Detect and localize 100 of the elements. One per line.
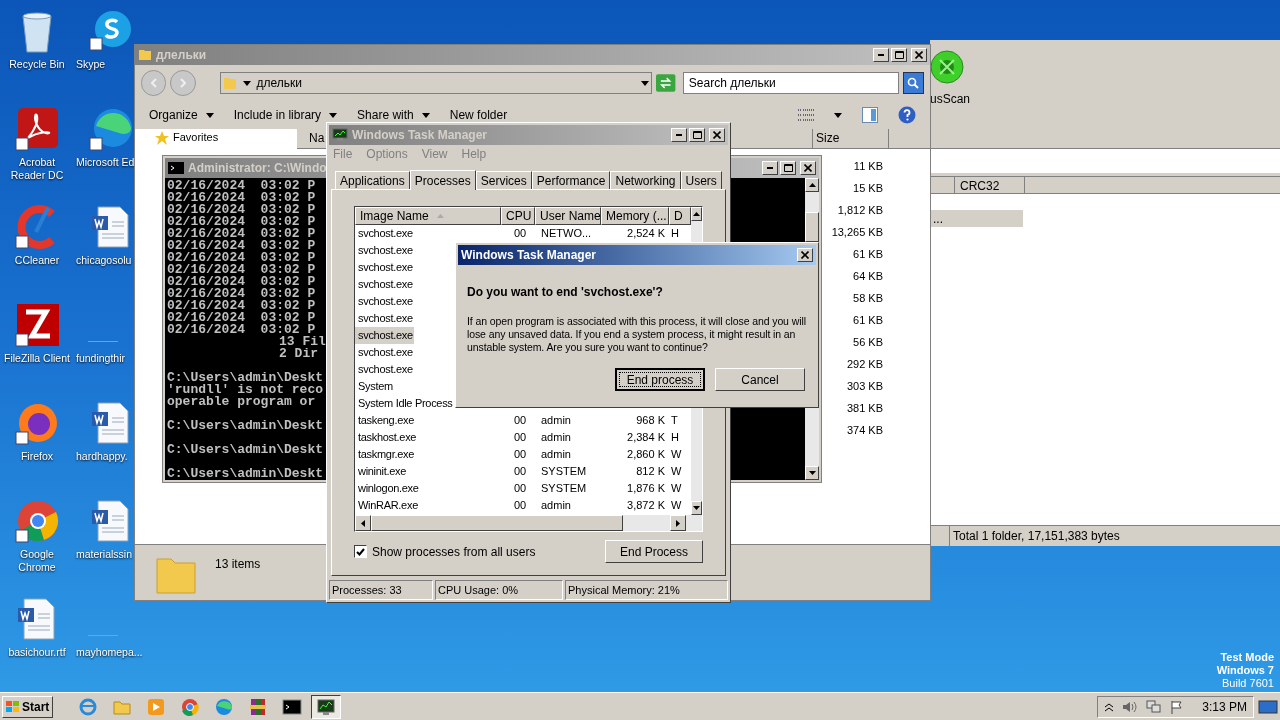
taskbar-app-button[interactable]: [311, 694, 342, 719]
dialog-button[interactable]: Cancel: [715, 368, 805, 391]
speaker-icon[interactable]: [1122, 699, 1139, 714]
toolbar-button[interactable]: Share with: [357, 106, 430, 124]
column-heading[interactable]: CPU: [501, 207, 535, 225]
dialog-button[interactable]: End process: [615, 368, 705, 391]
console-line: 02/16/2024 03:02 P: [167, 192, 316, 204]
desktop-icon-label[interactable]: CCleaner: [1, 254, 73, 267]
folder-icon: [138, 49, 152, 61]
desktop-icon-label[interactable]: materialssin: [76, 548, 133, 561]
process-name[interactable]: svchost.exe: [355, 361, 414, 378]
view-list-icon[interactable]: [798, 108, 814, 122]
show-desktop-icon[interactable]: [1258, 698, 1278, 715]
file-size: 61 KB: [852, 313, 883, 328]
process-name[interactable]: System: [355, 378, 394, 395]
close-icon: [801, 251, 809, 259]
maximize-button[interactable]: [891, 48, 907, 62]
preview-pane-icon[interactable]: [862, 107, 878, 123]
column-heading[interactable]: User Name: [535, 207, 601, 225]
process-name[interactable]: taskhost.exe: [355, 429, 505, 446]
process-name[interactable]: svchost.exe: [355, 293, 414, 310]
desktop-icon-label[interactable]: FileZilla Client: [1, 352, 73, 365]
desktop-icon-label[interactable]: Recycle Bin: [1, 58, 73, 71]
desktop-icon-label[interactable]: hardhappy.: [76, 450, 128, 463]
tab[interactable]: Processes: [409, 170, 476, 190]
checkbox[interactable]: [354, 545, 367, 558]
refresh-icon[interactable]: [656, 74, 676, 92]
tab[interactable]: Performance: [531, 171, 611, 189]
close-button[interactable]: [709, 128, 725, 142]
process-name[interactable]: svchost.exe: [355, 225, 505, 242]
column-heading[interactable]: D: [669, 207, 691, 225]
process-name[interactable]: taskmgr.exe: [355, 446, 505, 463]
browser-icon: [88, 106, 134, 152]
caret-icon: [641, 80, 650, 86]
tab[interactable]: Services: [475, 171, 532, 189]
column-heading[interactable]: Size: [813, 129, 889, 148]
address-bar[interactable]: длельки: [219, 72, 653, 94]
process-name[interactable]: svchost.exe: [355, 344, 414, 361]
process-name[interactable]: svchost.exe: [355, 259, 414, 276]
toolbar-label[interactable]: usScan: [930, 90, 971, 108]
minimize-button[interactable]: [873, 48, 889, 62]
desktop-icon-label[interactable]: Skype: [76, 58, 106, 71]
console-line: 02/16/2024 03:02 P: [167, 228, 316, 240]
tab[interactable]: Users: [680, 171, 722, 189]
process-name[interactable]: WinRAR.exe: [355, 497, 505, 514]
clock[interactable]: 3:13 PM: [1202, 697, 1247, 716]
column-heading[interactable]: Memory (...: [601, 207, 669, 225]
desktop-icon-label[interactable]: Acrobat Reader DC: [1, 156, 73, 182]
table-cell-text: NETWO...: [540, 226, 593, 241]
start-button[interactable]: Start: [2, 695, 54, 718]
scrollbar[interactable]: [355, 515, 702, 531]
status-text: Processes: 33: [329, 580, 433, 600]
window-title: Administrator: C:\Windo: [188, 160, 327, 177]
minimize-button[interactable]: [671, 128, 687, 142]
show-all-checkbox[interactable]: Show processes from all users: [354, 542, 536, 561]
search-field[interactable]: Search длельки: [682, 72, 899, 94]
nav-item[interactable]: Favorites: [173, 131, 219, 143]
close-button[interactable]: [800, 161, 816, 175]
selected-row[interactable]: ...: [930, 210, 1023, 227]
desktop-icon-label[interactable]: chicagosolu: [76, 254, 132, 267]
search-button[interactable]: [902, 72, 924, 94]
minimize-button[interactable]: [762, 161, 778, 175]
network-icon[interactable]: [1146, 699, 1163, 714]
process-name[interactable]: svchost.exe: [355, 327, 414, 344]
toolbar-button[interactable]: Organize: [149, 106, 214, 124]
help-icon[interactable]: [898, 106, 916, 124]
desktop-icon-label[interactable]: fundingthir: [76, 352, 126, 365]
process-name[interactable]: svchost.exe: [355, 310, 414, 327]
column-heading[interactable]: Na: [297, 129, 325, 148]
close-button[interactable]: [911, 48, 927, 62]
process-name[interactable]: svchost.exe: [355, 242, 414, 259]
chevron-up-icon[interactable]: [1104, 701, 1115, 712]
desktop-icon-label[interactable]: Firefox: [1, 450, 73, 463]
maximize-button[interactable]: [780, 161, 796, 175]
tab[interactable]: Networking: [610, 171, 681, 189]
close-icon: [915, 51, 923, 59]
caret-icon[interactable]: [834, 112, 842, 118]
table-cell-text: 00: [512, 430, 528, 445]
process-name[interactable]: winlogon.exe: [355, 480, 505, 497]
process-name[interactable]: wininit.exe: [355, 463, 505, 480]
process-name[interactable]: taskeng.exe: [355, 412, 505, 429]
toolbar-button[interactable]: New folder: [449, 106, 508, 124]
column-heading[interactable]: CRC32: [955, 177, 1025, 193]
tab[interactable]: Applications: [335, 171, 410, 189]
toolbar-button[interactable]: Include in library: [233, 106, 338, 124]
end-process-button[interactable]: End Process: [605, 540, 703, 563]
desktop-icon-label[interactable]: Google Chrome: [1, 548, 73, 574]
console-icon: [282, 696, 303, 717]
table-cell-text: 1,876 K: [626, 481, 665, 496]
process-name[interactable]: svchost.exe: [355, 276, 414, 293]
desktop-icon-label[interactable]: Microsoft Ed: [76, 156, 135, 169]
close-button[interactable]: [797, 248, 813, 262]
maximize-button[interactable]: [689, 128, 705, 142]
path-bar[interactable]: [930, 148, 1280, 173]
flag-icon[interactable]: [1170, 699, 1185, 714]
monitor-icon: [316, 696, 337, 717]
scrollbar-thumb[interactable]: [805, 212, 819, 242]
column-heading[interactable]: Image Name: [355, 207, 501, 225]
process-name[interactable]: System Idle Process: [355, 395, 454, 412]
console-line: 02/16/2024 03:02 P: [167, 276, 316, 288]
